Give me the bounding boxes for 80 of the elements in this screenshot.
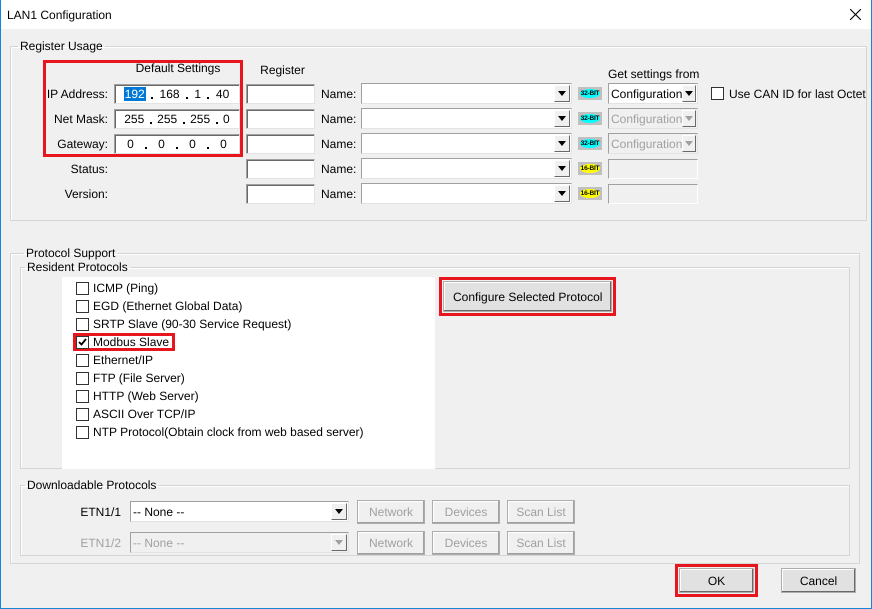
group-title: Downloadable Protocols [26,478,158,492]
dropdown-arrow-button[interactable] [554,135,570,152]
caret-icon [335,509,343,514]
caret-icon [558,116,566,121]
caret-icon [558,166,566,171]
list-item[interactable]: SRTP Slave (90-30 Service Request) [73,315,294,333]
column-header: Default Settings [134,61,222,75]
checkbox[interactable] [76,318,89,330]
checkbox-label: SRTP Slave (90-30 Service Request) [93,317,292,331]
register-field[interactable] [246,184,315,204]
caret-icon [558,91,566,96]
field-label: IP Address: [46,86,108,100]
checkbox-label: Modbus Slave [93,335,170,349]
field-label: Name: [321,186,355,200]
checkbox-label: HTTP (Web Server) [93,389,199,403]
caret-icon [685,116,694,121]
checkbox[interactable] [76,372,89,384]
ip-address-field[interactable]: 192 168 1 40 [114,84,240,104]
caret-icon [335,540,343,545]
checkbox-label: ICMP (Ping) [93,281,158,295]
field-label: ETN1/2 [79,536,122,550]
dropdown-arrow-button[interactable] [554,110,570,127]
field-label: Net Mask: [52,112,108,126]
checkbox[interactable] [76,336,89,348]
caret-icon [685,91,694,96]
configure-button[interactable]: Configure Selected Protocol [443,281,612,312]
field-label: Name: [321,162,355,176]
list-item[interactable]: FTP (File Server) [73,369,188,387]
register-field[interactable] [246,134,315,154]
checkbox-label: EGD (Ethernet Global Data) [93,299,242,313]
field-label: Name: [321,112,355,126]
field-label: Version: [64,186,108,200]
checkbox-label: Ethernet/IP [93,353,154,367]
checkbox-label: Use CAN ID for last Octet [729,86,866,100]
field-label: Gateway: [56,136,108,150]
field-label: Status: [70,162,108,176]
group-title: Resident Protocols [26,260,129,274]
dropdown-arrow-button[interactable] [554,85,570,102]
register-field[interactable] [246,84,315,104]
checkbox[interactable] [76,282,89,294]
column-header: Get settings from [608,67,700,81]
dialog-button[interactable]: Cancel [781,568,856,593]
field-label: ETN1/1 [79,504,122,518]
dropdown-arrow-button[interactable] [554,160,570,177]
close-icon[interactable] [850,9,861,20]
group-title: Protocol Support [25,246,116,260]
dropdown-arrow-button[interactable] [682,85,696,102]
caret-icon [685,141,694,146]
checkbox[interactable] [76,300,89,312]
dropdown-arrow-button[interactable] [554,185,570,202]
list-item[interactable]: ASCII Over TCP/IP [73,405,198,423]
list-item[interactable]: EGD (Ethernet Global Data) [73,297,246,315]
field-label: Name: [321,136,355,150]
ip-address-field[interactable]: 255 255 255 0 [114,108,240,128]
list-item[interactable]: ICMP (Ping) [73,279,162,297]
caret-icon [558,191,566,196]
checkbox[interactable] [76,354,89,366]
checkmark-icon [78,338,87,346]
checkbox[interactable] [76,408,89,420]
group-title: Register Usage [19,39,104,53]
register-field[interactable] [246,108,315,128]
checkbox-label: ASCII Over TCP/IP [93,407,196,421]
protocol-dropdown[interactable]: -- None -- [130,501,349,522]
checkbox[interactable] [76,426,89,438]
list-item[interactable]: Ethernet/IP [73,351,156,369]
caret-icon [558,141,566,146]
field-label: Name: [321,86,355,100]
dropdown-arrow-button[interactable] [331,503,347,520]
window-title: LAN1 Configuration [7,8,112,22]
checkbox[interactable] [711,87,724,100]
dialog-button[interactable]: OK [679,568,754,593]
column-header: Register [259,62,306,77]
checkbox-label: FTP (File Server) [93,371,185,385]
source-dropdown[interactable]: Configuration [608,83,698,104]
checkbox-label: NTP Protocol(Obtain clock from web based server) [93,425,364,439]
ip-address-field[interactable]: 0 0 0 0 [114,134,240,154]
register-field[interactable] [246,158,315,178]
list-item[interactable]: HTTP (Web Server) [73,387,202,405]
checkbox[interactable] [76,390,89,402]
list-item[interactable]: NTP Protocol(Obtain clock from web based server) [73,423,367,441]
